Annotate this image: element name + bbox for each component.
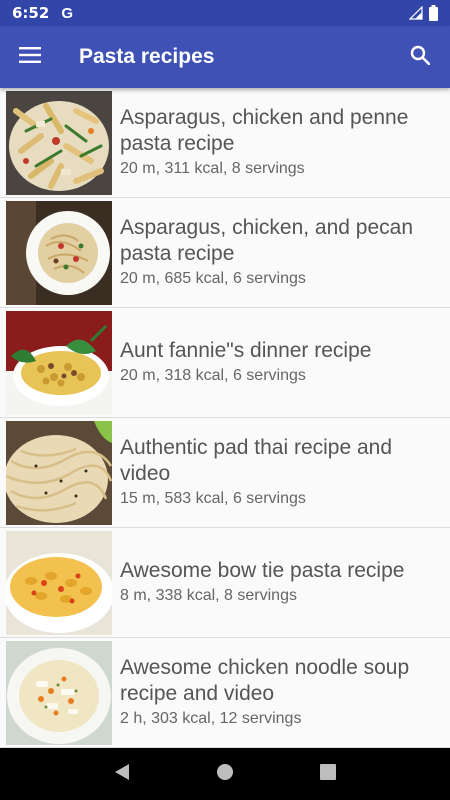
recents-button[interactable] (308, 754, 348, 794)
recipe-title: Awesome bow tie pasta recipe (120, 559, 405, 582)
recipe-thumbnail (6, 531, 112, 635)
menu-button[interactable] (0, 26, 60, 88)
list-item[interactable]: Awesome chicken noodle soup recipe and v… (0, 638, 450, 748)
list-item[interactable]: Asparagus, chicken, and pecan pasta reci… (0, 198, 450, 308)
menu-icon (19, 47, 41, 67)
recipe-thumbnail (6, 421, 112, 525)
signal-icon (409, 6, 423, 20)
home-icon (216, 763, 234, 785)
recipe-title: Asparagus, chicken and penne pasta recip… (120, 106, 409, 155)
status-bar: 6:52 G (0, 0, 450, 26)
recipe-title: Authentic pad thai recipe and video (120, 436, 393, 485)
battery-icon (429, 5, 438, 21)
recipe-title: Awesome chicken noodle soup recipe and v… (120, 656, 410, 705)
list-item[interactable]: Aunt fannie"s dinner recipe 20 m, 318 kc… (0, 308, 450, 418)
status-icons (409, 5, 438, 21)
navigation-bar (0, 748, 450, 800)
status-time: 6:52 (12, 4, 50, 22)
list-item[interactable]: Authentic pad thai recipe and video 15 m… (0, 418, 450, 528)
list-item[interactable]: Asparagus, chicken and penne pasta recip… (0, 88, 450, 198)
search-icon (410, 45, 431, 69)
recipe-meta: 8 m, 338 kcal, 8 servings (120, 587, 297, 604)
app-bar: Pasta recipes (0, 26, 450, 88)
recipe-thumbnail (6, 91, 112, 195)
recipe-thumbnail (6, 641, 112, 745)
recipe-title: Asparagus, chicken, and pecan pasta reci… (120, 216, 414, 265)
back-button[interactable] (102, 754, 142, 794)
page-title: Pasta recipes (79, 45, 215, 68)
recipe-meta: 20 m, 311 kcal, 8 servings (120, 160, 305, 177)
list-item[interactable]: Awesome bow tie pasta recipe 8 m, 338 kc… (0, 528, 450, 638)
recipe-thumbnail (6, 201, 112, 305)
search-button[interactable] (390, 26, 450, 88)
recipe-title: Aunt fannie"s dinner recipe (120, 339, 372, 362)
recipe-meta: 2 h, 303 kcal, 12 servings (120, 710, 302, 727)
recipe-meta: 15 m, 583 kcal, 6 servings (120, 490, 306, 507)
back-icon (114, 763, 130, 785)
google-icon: G (61, 4, 73, 22)
recents-icon (320, 764, 337, 784)
recipe-meta: 20 m, 685 kcal, 6 servings (120, 270, 306, 287)
recipe-list[interactable]: Asparagus, chicken and penne pasta recip… (0, 88, 450, 748)
recipe-meta: 20 m, 318 kcal, 6 servings (120, 367, 306, 384)
home-button[interactable] (205, 754, 245, 794)
recipe-thumbnail (6, 311, 112, 415)
